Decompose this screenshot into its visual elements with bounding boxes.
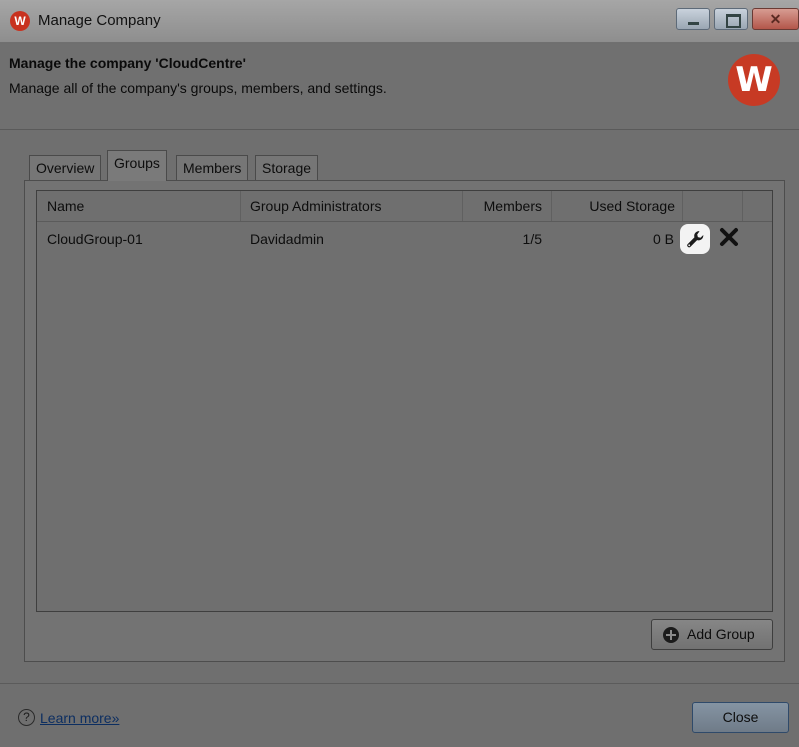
- help-icon: ?: [18, 709, 35, 726]
- dialog-header: Manage the company 'CloudCentre' Manage …: [0, 44, 799, 130]
- delete-group-button[interactable]: [717, 225, 741, 251]
- title-bar: W Manage Company ✕: [0, 0, 799, 43]
- footer-divider: [0, 683, 799, 684]
- column-divider[interactable]: [742, 191, 743, 221]
- groups-tab-panel: Name Group Administrators Members Used S…: [24, 180, 785, 662]
- group-storage-cell: 0 B: [652, 231, 674, 247]
- app-icon: W: [10, 11, 30, 31]
- tab-groups[interactable]: Groups: [107, 150, 167, 181]
- edit-group-button[interactable]: [680, 224, 710, 254]
- close-icon: ✕: [769, 11, 782, 27]
- column-header-used-storage[interactable]: Used Storage: [551, 198, 675, 214]
- add-circle-icon: [663, 627, 679, 643]
- group-name-cell: CloudGroup-01: [47, 231, 143, 247]
- table-header: Name Group Administrators Members Used S…: [37, 191, 772, 222]
- page-subtitle: Manage all of the company's groups, memb…: [9, 80, 387, 96]
- maximize-icon: [715, 9, 747, 29]
- column-divider[interactable]: [240, 191, 241, 221]
- learn-more-link[interactable]: Learn more»: [40, 710, 119, 726]
- column-header-members[interactable]: Members: [462, 198, 542, 214]
- close-button[interactable]: Close: [692, 702, 789, 733]
- add-group-button[interactable]: Add Group: [651, 619, 773, 650]
- column-header-admins[interactable]: Group Administrators: [250, 198, 382, 214]
- brand-logo: W: [728, 54, 780, 106]
- tab-overview[interactable]: Overview: [29, 155, 102, 180]
- column-divider[interactable]: [682, 191, 683, 221]
- tab-members[interactable]: Members: [176, 155, 249, 180]
- tab-storage[interactable]: Storage: [255, 155, 319, 180]
- wrench-icon: [687, 231, 704, 248]
- minimize-icon: [677, 9, 709, 29]
- window-title: Manage Company: [38, 12, 161, 29]
- groups-table: Name Group Administrators Members Used S…: [36, 190, 773, 612]
- close-icon: [720, 228, 738, 246]
- group-admins-cell: Davidadmin: [250, 231, 324, 247]
- maximize-button[interactable]: [714, 8, 748, 30]
- group-members-cell: 1/5: [522, 231, 542, 247]
- page-title: Manage the company 'CloudCentre': [9, 55, 246, 71]
- add-group-label: Add Group: [687, 626, 755, 642]
- column-header-name[interactable]: Name: [47, 198, 84, 214]
- minimize-button[interactable]: [676, 8, 710, 30]
- window-close-button[interactable]: ✕: [752, 8, 799, 30]
